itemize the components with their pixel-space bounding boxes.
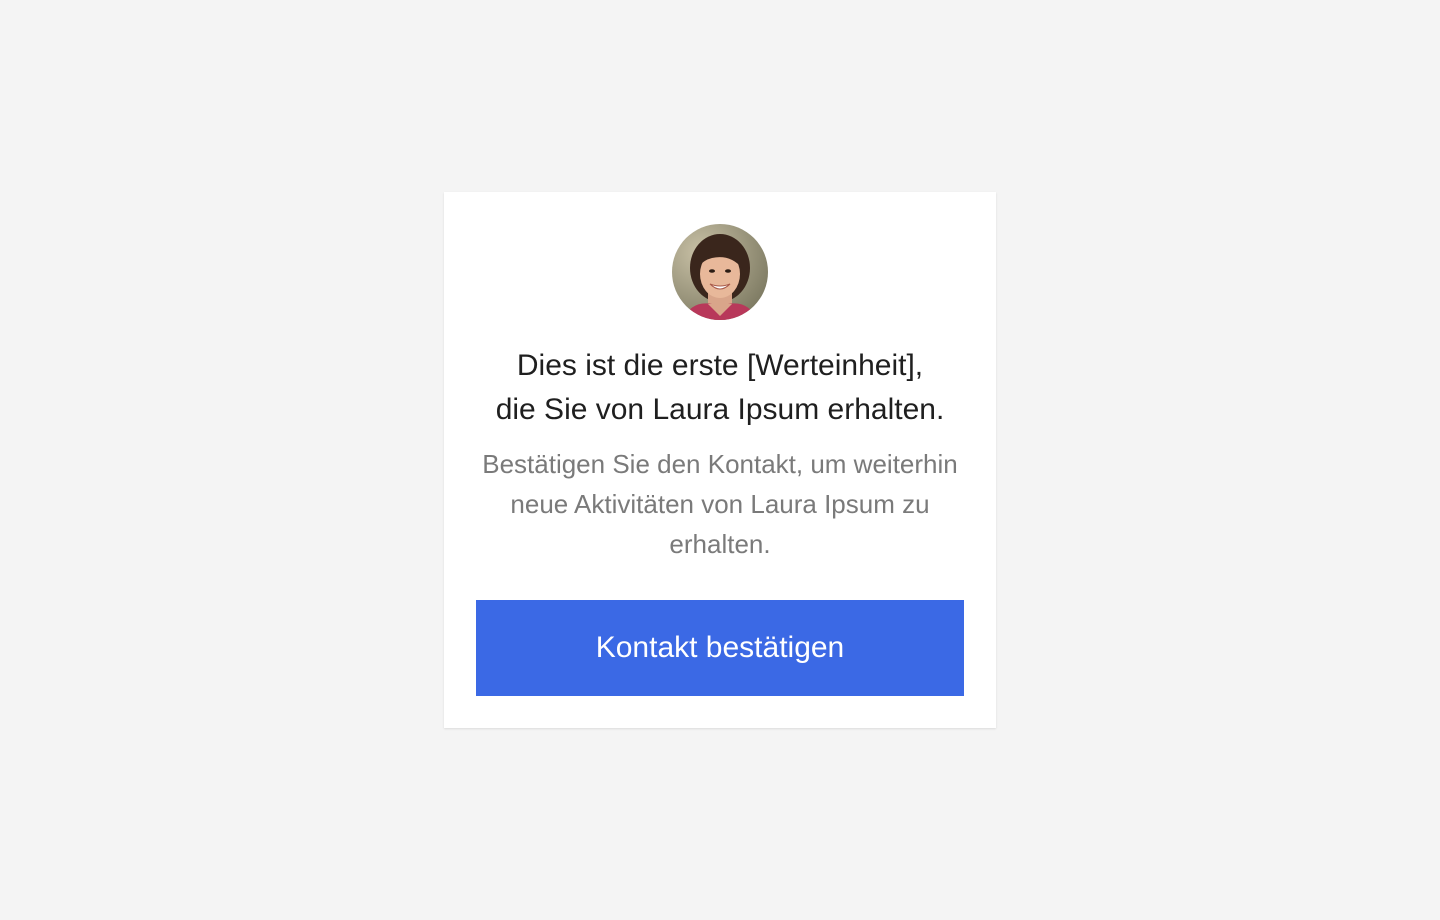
description-text: Bestätigen Sie den Kontakt, um weiterhin…	[482, 449, 958, 559]
title-line-2: die Sie von Laura Ipsum erhalten.	[495, 393, 945, 426]
avatar	[672, 224, 768, 320]
user-portrait-icon	[672, 224, 768, 320]
confirm-contact-card: Dies ist die erste [Werteinheit], die Si…	[444, 192, 996, 728]
title-line-1: Dies ist die erste [Werteinheit],	[516, 349, 924, 382]
confirm-contact-button[interactable]: Kontakt bestätigen	[476, 600, 964, 696]
page-title: Dies ist die erste [Werteinheit], die Si…	[476, 344, 964, 432]
